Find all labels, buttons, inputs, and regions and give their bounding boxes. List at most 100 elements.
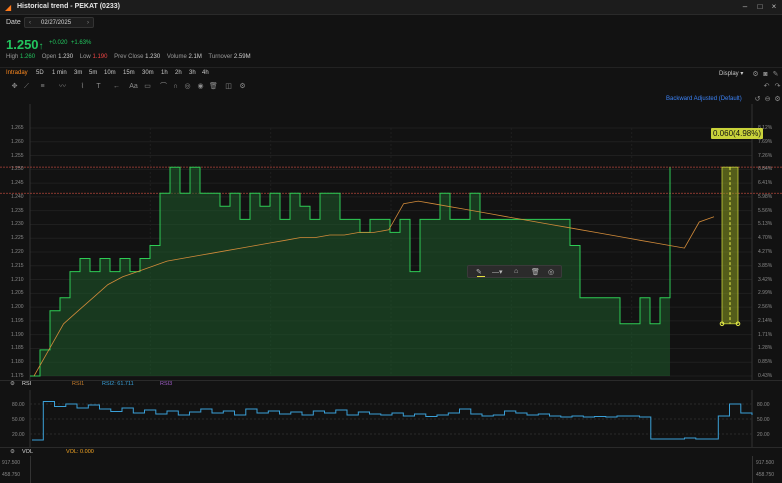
vol-label: VOL xyxy=(22,449,34,455)
line-style-icon[interactable]: —▾ xyxy=(492,268,503,276)
edit-icon[interactable]: ✎ xyxy=(771,70,780,79)
tab-3h[interactable]: 3h xyxy=(189,70,196,76)
undo-icon[interactable]: ↶ xyxy=(762,82,771,91)
delete-drawing-icon[interactable]: 🗑 xyxy=(531,268,540,276)
pencil-icon[interactable]: ✎ xyxy=(476,268,482,276)
tab-2h[interactable]: 2h xyxy=(175,70,182,76)
price-tick-label: 1.175 xyxy=(11,373,24,379)
prev-date-icon[interactable]: ‹ xyxy=(26,19,34,28)
redo-icon[interactable]: ↷ xyxy=(773,82,782,91)
display-dropdown[interactable]: Display ▾ xyxy=(719,70,743,77)
magnet-icon[interactable]: ∩ xyxy=(171,82,180,91)
rsi-chart[interactable]: 80.00 80.00 50.00 50.00 20.00 20.00 xyxy=(0,390,782,447)
percent-tick-label: 6.41% xyxy=(758,180,773,187)
text-icon[interactable]: T xyxy=(94,82,103,91)
color-swatch[interactable] xyxy=(477,276,485,277)
fib-icon[interactable]: ≡ xyxy=(38,82,47,91)
measure-box xyxy=(721,166,739,325)
pattern-icon[interactable]: ⌇ xyxy=(78,82,87,91)
gear-circle-icon[interactable]: ⚙ xyxy=(773,95,782,104)
price-tick-label: 1.260 xyxy=(11,138,24,145)
percent-tick-label: 6.84% xyxy=(758,166,773,173)
rsi1-label: RSI1 xyxy=(72,381,85,387)
price-tick-label: 1.230 xyxy=(11,221,24,228)
price-tick-label: 1.190 xyxy=(11,331,24,338)
vol-value: VOL: 0.000 xyxy=(66,449,94,455)
title-bar: ◢ Historical trend - PEKAT (0233) – □ × xyxy=(0,0,782,15)
price-tick-label: 1.245 xyxy=(11,180,24,187)
next-date-icon[interactable]: › xyxy=(84,19,92,28)
price-tick-label: 1.255 xyxy=(11,152,24,159)
lock-icon[interactable]: ⌒ xyxy=(159,82,168,91)
rsi2-label: RSI2: 61.711 xyxy=(102,381,134,387)
tab-30m[interactable]: 30m xyxy=(142,70,154,76)
price-chart[interactable] xyxy=(0,104,782,381)
price-tick-label: 1.200 xyxy=(11,304,24,311)
minimize-icon[interactable]: – xyxy=(740,2,750,12)
date-picker[interactable]: ‹ 02/27/2025 › xyxy=(24,17,94,28)
more-icon[interactable]: ◎ xyxy=(548,268,554,276)
percent-tick-label: 5.56% xyxy=(758,207,773,214)
quote-stats: High 1.260 Open 1.230 Low 1.190 Prev Clo… xyxy=(6,54,251,60)
price-change: +0.020 +1.63% xyxy=(49,40,92,46)
percent-tick-label: 5.13% xyxy=(758,221,773,228)
rsi-level-label: 20.00 xyxy=(12,432,25,438)
camera-icon[interactable]: ◙ xyxy=(761,70,770,79)
reset-icon[interactable]: ↺ xyxy=(753,95,762,104)
divider xyxy=(30,456,31,483)
layers-icon[interactable]: ◫ xyxy=(224,82,233,91)
tab-10m[interactable]: 10m xyxy=(104,70,116,76)
settings-icon[interactable]: ⚙ xyxy=(751,70,760,79)
trash-icon[interactable]: 🗑 xyxy=(209,82,218,91)
rsi-settings-icon[interactable]: ⚙ xyxy=(10,381,15,387)
date-value: 02/27/2025 xyxy=(41,20,72,26)
percent-tick-label: 0.85% xyxy=(758,359,773,366)
line-icon[interactable]: ⟋ xyxy=(22,82,31,91)
rsi3-label: RSI3 xyxy=(160,381,173,387)
anchor-icon[interactable]: ⌂ xyxy=(514,268,518,275)
trend-icon[interactable]: 〰 xyxy=(58,82,67,91)
measure-tooltip: 0.060(4.98%) xyxy=(711,128,764,139)
price-tick-label: 1.215 xyxy=(11,262,24,269)
text-aa-icon[interactable]: Aa xyxy=(129,82,138,91)
percent-tick-label: 3.42% xyxy=(758,276,773,283)
draw-settings-icon[interactable]: ⚙ xyxy=(238,82,247,91)
maximize-icon[interactable]: □ xyxy=(755,2,765,12)
percent-tick-label: 4.27% xyxy=(758,249,773,255)
minus-circle-icon[interactable]: ⊖ xyxy=(763,95,772,104)
price-tick-label: 1.250 xyxy=(11,166,24,173)
percent-tick-label: 5.98% xyxy=(758,193,773,200)
crosshair-icon[interactable]: ✥ xyxy=(10,82,19,91)
drawing-float-toolbar[interactable]: ✎ —▾ ⌂ 🗑 ◎ xyxy=(467,265,562,278)
tab-3m[interactable]: 3m xyxy=(74,70,82,76)
percent-tick-label: 3.85% xyxy=(758,262,773,269)
price-tick-label: 1.180 xyxy=(11,359,24,366)
rsi-level-label: 80.00 xyxy=(757,402,770,408)
eye-icon[interactable]: ◎ xyxy=(183,82,192,91)
percent-tick-label: 1.28% xyxy=(758,345,773,352)
tab-5m[interactable]: 5m xyxy=(89,70,97,76)
price-area xyxy=(30,167,670,376)
tab-15m[interactable]: 15m xyxy=(123,70,135,76)
adjust-mode[interactable]: Backward Adjusted (Default) xyxy=(666,96,742,102)
price-tick-label: 1.225 xyxy=(11,235,24,242)
note-icon[interactable]: ▭ xyxy=(143,82,152,91)
tab-1h[interactable]: 1h xyxy=(161,70,168,76)
hide-icon[interactable]: ◉ xyxy=(196,82,205,91)
close-icon[interactable]: × xyxy=(769,2,779,12)
tab-5d[interactable]: 5D xyxy=(36,70,44,76)
rsi-level-label: 80.00 xyxy=(12,402,25,408)
tab-1min[interactable]: 1 min xyxy=(52,70,67,76)
rsi-level-label: 20.00 xyxy=(757,432,770,438)
tab-intraday[interactable]: Intraday xyxy=(6,70,28,76)
divider xyxy=(0,447,782,448)
vol-settings-icon[interactable]: ⚙ xyxy=(10,449,15,455)
arrow-icon[interactable]: ← xyxy=(112,82,121,91)
percent-tick-label: 0.43% xyxy=(758,373,773,379)
up-arrow-icon: ↑ xyxy=(38,41,44,52)
vol-level-high: 917.500 xyxy=(2,460,21,466)
window-title: Historical trend - PEKAT (0233) xyxy=(17,3,120,10)
tab-4h[interactable]: 4h xyxy=(202,70,209,76)
rsi-level-label: 50.00 xyxy=(12,417,25,423)
price-tick-label: 1.235 xyxy=(11,207,24,214)
